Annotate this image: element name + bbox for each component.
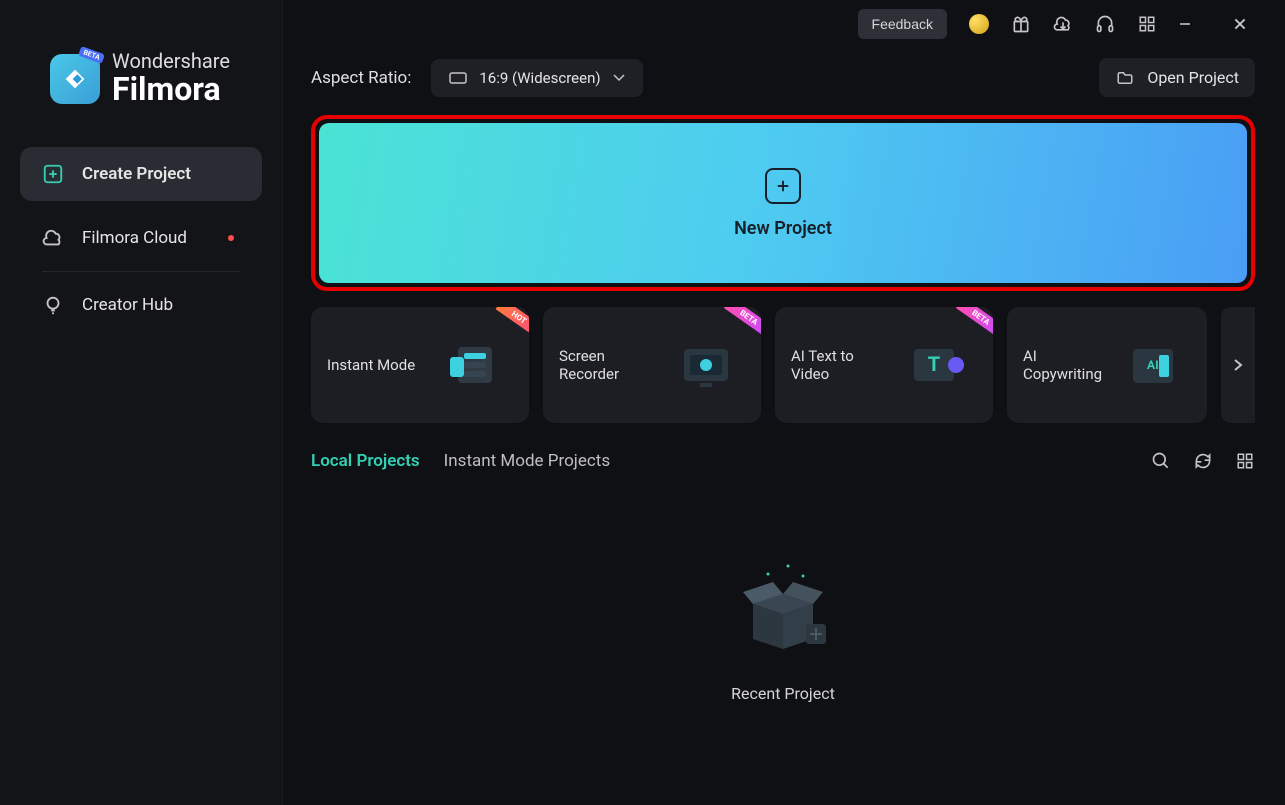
text-to-video-icon: T	[897, 330, 977, 400]
tab-local-projects[interactable]: Local Projects	[311, 451, 420, 471]
card-ai-text-to-video[interactable]: BETA AI Text to Video T	[775, 307, 993, 423]
rectangle-icon	[449, 72, 467, 84]
card-screen-recorder[interactable]: BETA Screen Recorder	[543, 307, 761, 423]
feature-cards: HOT Instant Mode BETA Screen Recorder BE…	[311, 307, 1255, 423]
empty-box-icon	[728, 554, 838, 664]
hot-badge: HOT	[485, 307, 529, 337]
notification-dot-icon	[228, 235, 234, 241]
logo-badge: BETA	[78, 46, 105, 64]
plus-box-icon	[42, 163, 64, 185]
sidebar-item-create-project[interactable]: Create Project	[20, 147, 262, 201]
tab-instant-mode-projects[interactable]: Instant Mode Projects	[444, 451, 610, 471]
top-row: Aspect Ratio: 16:9 (Widescreen)	[311, 58, 1255, 97]
content: Aspect Ratio: 16:9 (Widescreen)	[283, 48, 1285, 805]
search-icon[interactable]	[1151, 451, 1171, 471]
titlebar: Feedback	[283, 0, 1285, 48]
chevron-right-icon	[1233, 358, 1243, 372]
open-project-button[interactable]: Open Project	[1099, 58, 1255, 97]
plus-box-icon	[765, 168, 801, 204]
projects-empty-state: Recent Project	[311, 471, 1255, 785]
card-instant-mode[interactable]: HOT Instant Mode	[311, 307, 529, 423]
minimize-button[interactable]	[1179, 18, 1211, 30]
card-title: AI Copywriting	[1023, 347, 1102, 383]
instant-mode-icon	[433, 330, 513, 400]
card-title: Screen Recorder	[559, 347, 655, 383]
user-avatar-icon[interactable]	[969, 14, 989, 34]
sidebar-item-label: Filmora Cloud	[82, 228, 187, 248]
grid-icon[interactable]	[1137, 14, 1157, 34]
aspect-ratio-select[interactable]: 16:9 (Widescreen)	[431, 59, 642, 97]
close-button[interactable]	[1233, 17, 1265, 31]
sidebar-item-label: Create Project	[82, 164, 191, 184]
folder-icon	[1115, 69, 1135, 87]
aspect-ratio-label: Aspect Ratio:	[311, 68, 411, 88]
bulb-icon	[42, 294, 64, 316]
cloud-icon	[42, 227, 64, 249]
grid-view-icon[interactable]	[1235, 451, 1255, 471]
beta-badge: BETA	[949, 307, 993, 337]
screen-recorder-icon	[665, 330, 745, 400]
brand-name: Wondershare	[112, 50, 230, 72]
sidebar-item-creator-hub[interactable]: Creator Hub	[20, 278, 262, 332]
nav-divider	[42, 271, 240, 272]
beta-badge: BETA	[717, 307, 761, 337]
aspect-ratio-value: 16:9 (Widescreen)	[479, 69, 600, 87]
product-name: Filmora	[112, 72, 230, 107]
new-project-button[interactable]: New Project	[319, 123, 1247, 283]
tabs-row: Local Projects Instant Mode Projects	[311, 451, 1255, 471]
svg-text:AI: AI	[1147, 358, 1159, 372]
headphones-icon[interactable]	[1095, 14, 1115, 34]
new-project-highlight: New Project	[311, 115, 1255, 291]
empty-label: Recent Project	[731, 684, 835, 703]
card-title: AI Text to Video	[791, 347, 887, 383]
sidebar-item-label: Creator Hub	[82, 295, 173, 315]
ai-copywriting-icon: AI	[1112, 330, 1191, 400]
sidebar-nav: Create Project Filmora Cloud Creator Hub	[0, 147, 282, 332]
sidebar: BETA Wondershare Filmora Create Project …	[0, 0, 283, 805]
gift-icon[interactable]	[1011, 14, 1031, 34]
feedback-button[interactable]: Feedback	[858, 9, 947, 39]
chevron-down-icon	[613, 74, 625, 82]
cloud-download-icon[interactable]	[1053, 14, 1073, 34]
new-project-label: New Project	[734, 218, 832, 239]
sidebar-item-filmora-cloud[interactable]: Filmora Cloud	[20, 211, 262, 265]
open-project-label: Open Project	[1147, 68, 1239, 87]
svg-text:T: T	[928, 352, 940, 376]
card-title: Instant Mode	[327, 356, 423, 374]
app-logo-icon: BETA	[50, 54, 100, 104]
cards-next-button[interactable]	[1221, 307, 1255, 423]
refresh-icon[interactable]	[1193, 451, 1213, 471]
main: Feedback Aspect Ratio:	[283, 0, 1285, 805]
logo: BETA Wondershare Filmora	[0, 0, 282, 147]
card-ai-copywriting[interactable]: AI Copywriting AI	[1007, 307, 1207, 423]
